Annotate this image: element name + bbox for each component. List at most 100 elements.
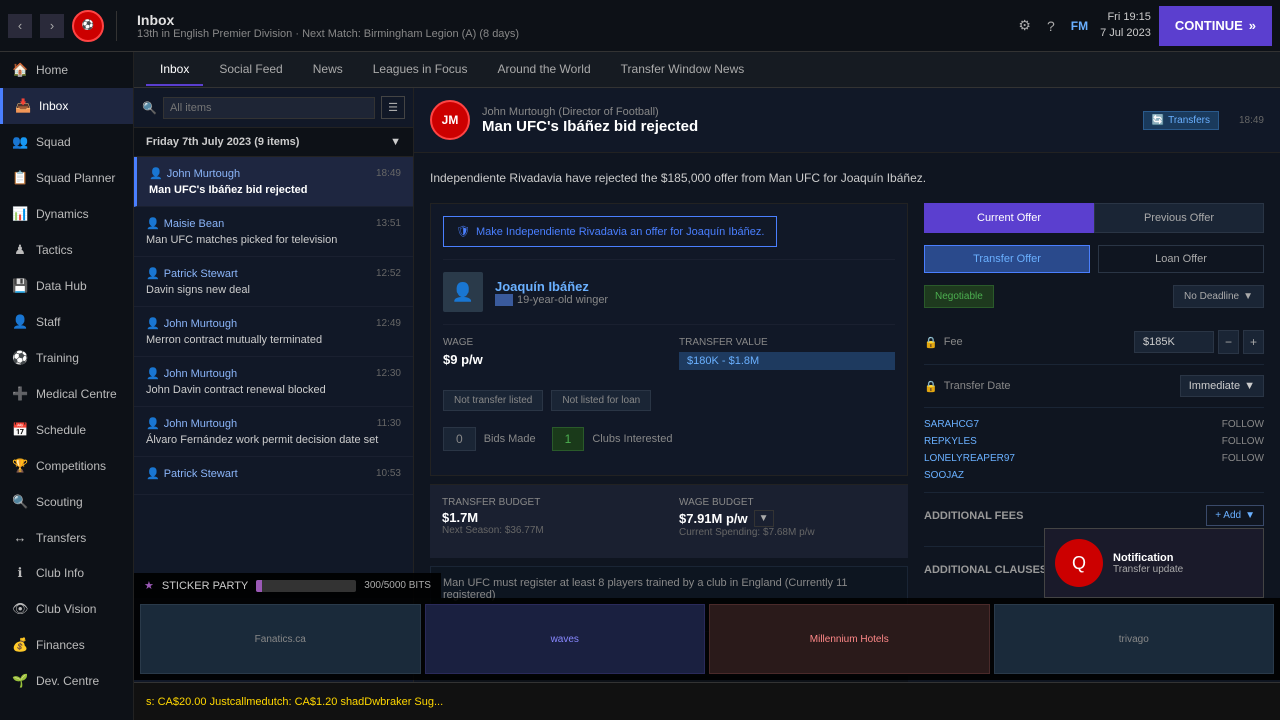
dynamics-icon: 📊 bbox=[12, 206, 28, 222]
help-icon[interactable]: ? bbox=[1043, 14, 1059, 38]
sidebar-item-home[interactable]: 🏠 Home bbox=[0, 52, 133, 88]
inbox-title: Inbox bbox=[137, 12, 998, 28]
list-item[interactable]: 👤 John Murtough 11:30 Álvaro Fernández w… bbox=[134, 407, 413, 457]
continue-button[interactable]: CONTINUE » bbox=[1159, 6, 1272, 46]
sidebar-item-inbox[interactable]: 📥 Inbox bbox=[0, 88, 133, 124]
forward-button[interactable]: › bbox=[40, 14, 64, 38]
chatter-0: SARAHCG7 bbox=[924, 419, 979, 430]
settings-icon[interactable]: ⚙ bbox=[1014, 13, 1035, 38]
sidebar-item-training[interactable]: ⚽ Training bbox=[0, 340, 133, 376]
tab-leagues[interactable]: Leagues in Focus bbox=[359, 54, 482, 86]
transfers-icon: 🔄 bbox=[1152, 115, 1164, 126]
make-offer-button[interactable]: 🛡 Make Independiente Rivadavia an offer … bbox=[443, 216, 777, 247]
sender-avatar: JM bbox=[430, 100, 470, 140]
date-display: Fri 19:15 7 Jul 2023 bbox=[1100, 10, 1151, 41]
sidebar-item-club-info[interactable]: ℹ Club Info bbox=[0, 555, 133, 591]
list-item[interactable]: 👤 Maisie Bean 13:51 Man UFC matches pick… bbox=[134, 207, 413, 257]
sidebar-item-dev-centre[interactable]: 🌱 Dev. Centre bbox=[0, 663, 133, 699]
sidebar-item-squad[interactable]: 👥 Squad bbox=[0, 124, 133, 160]
sidebar-item-finances[interactable]: 💰 Finances bbox=[0, 627, 133, 663]
club-vision-icon: 👁 bbox=[12, 601, 28, 617]
squad-icon: 👥 bbox=[12, 134, 28, 150]
tab-news[interactable]: News bbox=[299, 54, 357, 86]
tactics-icon: ♟ bbox=[12, 242, 28, 258]
list-item[interactable]: 👤 John Murtough 12:49 Merron contract mu… bbox=[134, 307, 413, 357]
player-name: Joaquín Ibáñez bbox=[495, 279, 895, 294]
training-icon: ⚽ bbox=[12, 350, 28, 366]
current-spending: Current Spending: $7.68M p/w bbox=[679, 527, 896, 538]
sidebar-item-transfers[interactable]: ↔ Transfers bbox=[0, 520, 133, 555]
flag-icon bbox=[495, 294, 513, 306]
sidebar-item-medical[interactable]: ➕ Medical Centre bbox=[0, 376, 133, 412]
wage-budget: $7.91M p/w bbox=[679, 511, 748, 526]
tab-social-feed[interactable]: Social Feed bbox=[205, 54, 296, 86]
current-offer-tab[interactable]: Current Offer bbox=[924, 203, 1094, 233]
fm-logo: FM bbox=[1067, 15, 1092, 37]
next-season-budget: Next Season: $36.77M bbox=[442, 525, 659, 536]
medical-icon: ➕ bbox=[12, 386, 28, 402]
msg-from-3: 👤 John Murtough bbox=[146, 317, 237, 330]
transfer-date-dropdown[interactable]: Immediate ▼ bbox=[1180, 375, 1264, 397]
person-icon: 👤 bbox=[146, 267, 160, 280]
loan-offer-tab[interactable]: Loan Offer bbox=[1098, 245, 1264, 273]
support-text: STICKER PARTY bbox=[162, 580, 248, 592]
sidebar-item-scouting[interactable]: 🔍 Scouting bbox=[0, 484, 133, 520]
inbox-icon: 📥 bbox=[15, 98, 31, 114]
email-from: John Murtough (Director of Football) bbox=[482, 106, 1131, 118]
lock-icon-date: 🔒 bbox=[924, 380, 938, 393]
ad-block-2: waves bbox=[425, 604, 706, 674]
fee-decrease-button[interactable]: − bbox=[1218, 330, 1239, 354]
person-icon: 👤 bbox=[146, 467, 160, 480]
chatter-3: SOOJAZ bbox=[924, 470, 964, 481]
search-input[interactable] bbox=[163, 97, 375, 119]
sidebar-item-tactics[interactable]: ♟ Tactics bbox=[0, 232, 133, 268]
bids-made-label: Bids Made bbox=[484, 433, 536, 445]
sidebar-item-staff[interactable]: 👤 Staff bbox=[0, 304, 133, 340]
person-icon: 👤 bbox=[149, 167, 163, 180]
sidebar-item-squad-planner[interactable]: 📋 Squad Planner bbox=[0, 160, 133, 196]
chatter-2: LONELYREAPER97 bbox=[924, 453, 1015, 464]
tab-transfer-window[interactable]: Transfer Window News bbox=[607, 54, 759, 86]
progress-label: 300/5000 BITS bbox=[364, 580, 431, 591]
overlay-popup: Q Notification Transfer update bbox=[1044, 528, 1264, 598]
popup-text: Transfer update bbox=[1113, 564, 1253, 575]
popup-title: Notification bbox=[1113, 552, 1253, 564]
additional-clauses-header: ADDITIONAL CLAUSES bbox=[924, 564, 1047, 576]
transfers-icon: ↔ bbox=[12, 530, 28, 545]
previous-offer-tab[interactable]: Previous Offer bbox=[1094, 203, 1264, 233]
list-item[interactable]: 👤 John Murtough 18:49 Man UFC's Ibáñez b… bbox=[134, 157, 413, 207]
sidebar-item-competitions[interactable]: 🏆 Competitions bbox=[0, 448, 133, 484]
finances-icon: 💰 bbox=[12, 637, 28, 653]
clubs-interested-count: 1 bbox=[552, 427, 585, 451]
list-item[interactable]: 👤 Patrick Stewart 12:52 Davin signs new … bbox=[134, 257, 413, 307]
negotiable-button[interactable]: Negotiable bbox=[924, 285, 994, 308]
back-button[interactable]: ‹ bbox=[8, 14, 32, 38]
sidebar-item-data-hub[interactable]: 💾 Data Hub bbox=[0, 268, 133, 304]
sidebar-item-dynamics[interactable]: 📊 Dynamics bbox=[0, 196, 133, 232]
tab-around-world[interactable]: Around the World bbox=[483, 54, 604, 86]
expand-icon[interactable]: ▼ bbox=[390, 136, 401, 148]
lock-icon-fee: 🔒 bbox=[924, 336, 938, 349]
sidebar-item-club-vision[interactable]: 👁 Club Vision bbox=[0, 591, 133, 627]
email-body-text: Independiente Rivadavia have rejected th… bbox=[430, 169, 1264, 187]
tab-inbox[interactable]: Inbox bbox=[146, 54, 203, 86]
chatters-section: SARAHCG7 FOLLOW REPKYLES FOLLOW LONELYRE… bbox=[924, 408, 1264, 492]
bids-made-count: 0 bbox=[443, 427, 476, 451]
list-item[interactable]: 👤 John Murtough 12:30 John Davin contrac… bbox=[134, 357, 413, 407]
add-fees-button[interactable]: + Add ▼ bbox=[1206, 505, 1264, 526]
additional-fees-header: ADDITIONAL FEES bbox=[924, 510, 1023, 522]
msg-from-4: 👤 John Murtough bbox=[146, 367, 237, 380]
stream-text: s: CA$20.00 Justcallmedutch: CA$1.20 sha… bbox=[134, 696, 455, 708]
transfer-offer-tab[interactable]: Transfer Offer bbox=[924, 245, 1090, 273]
filter-button[interactable]: ☰ bbox=[381, 96, 405, 119]
chatter-1: REPKYLES bbox=[924, 436, 977, 447]
list-item[interactable]: 👤 Patrick Stewart 10:53 bbox=[134, 457, 413, 495]
wage-budget-expand[interactable]: ▼ bbox=[754, 510, 774, 527]
email-badge: 🔄 Transfers bbox=[1143, 111, 1219, 130]
fee-increase-button[interactable]: + bbox=[1243, 330, 1264, 354]
sidebar-item-schedule[interactable]: 📅 Schedule bbox=[0, 412, 133, 448]
no-deadline-button[interactable]: No Deadline ▼ bbox=[1173, 285, 1264, 308]
msg-from-2: 👤 Patrick Stewart bbox=[146, 267, 238, 280]
star-icon: ★ bbox=[144, 579, 154, 592]
fee-input[interactable] bbox=[1134, 331, 1214, 353]
